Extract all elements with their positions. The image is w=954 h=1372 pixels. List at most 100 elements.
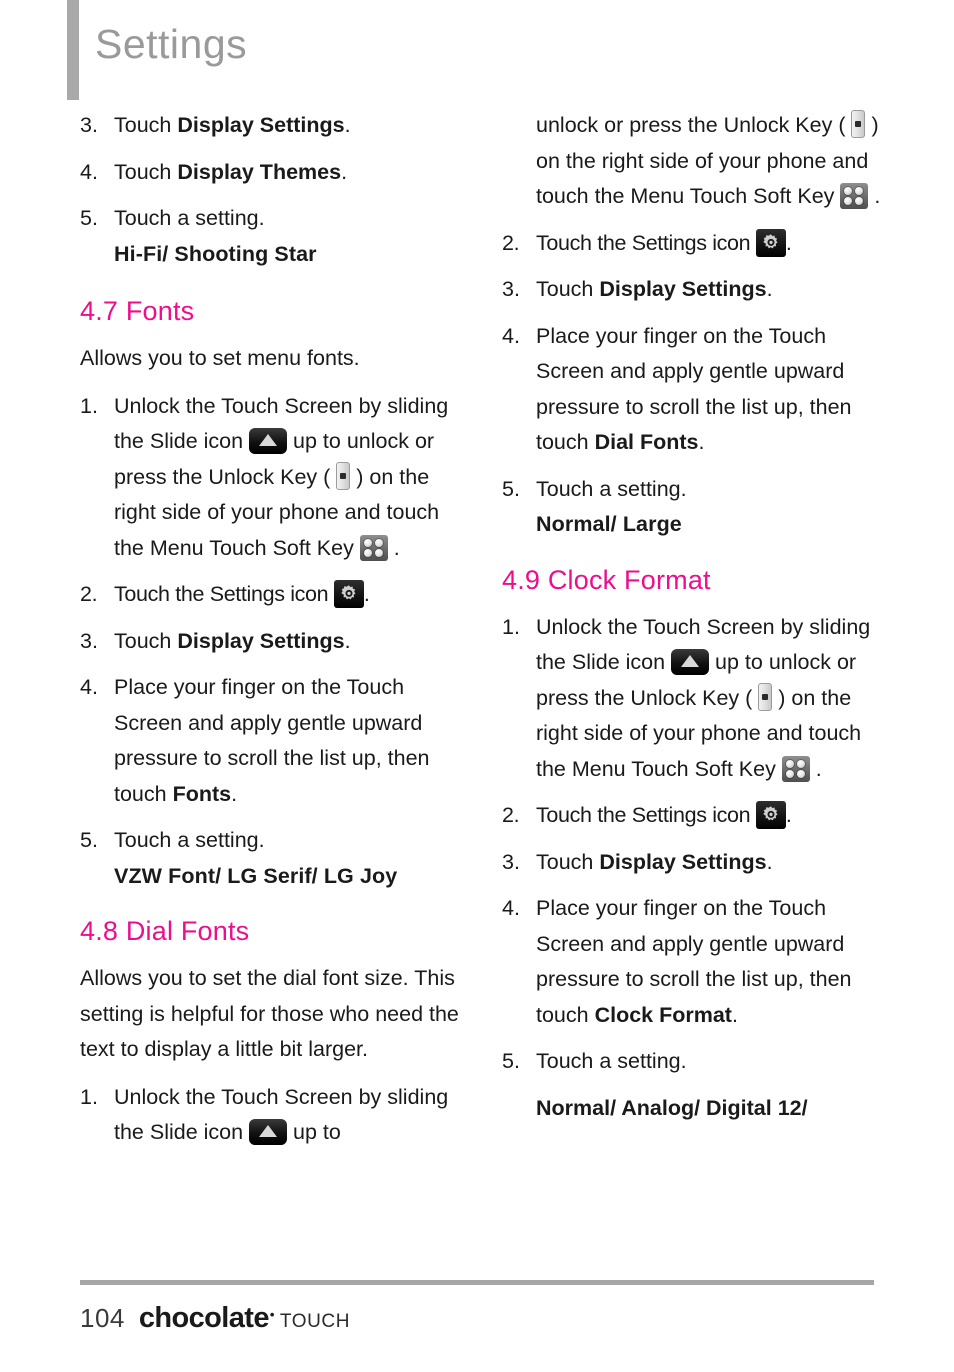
- registered-mark: •: [269, 1307, 275, 1322]
- page-title: Settings: [95, 21, 248, 67]
- step-number: 2.: [80, 582, 98, 607]
- step-number: 3.: [502, 849, 520, 874]
- step-text-post: .: [341, 159, 348, 184]
- footer-divider: [80, 1280, 874, 1285]
- chocolate-logo-text: chocolate: [138, 1302, 270, 1334]
- list-item: 5. Touch a setting.: [502, 1044, 882, 1080]
- step-text: Touch a setting. Hi-Fi/ Shooting Star: [114, 201, 460, 272]
- list-item: 5. Touch a setting. Hi-Fi/ Shooting Star: [80, 201, 460, 272]
- step-text-part: Touch the Settings icon: [536, 803, 756, 828]
- step-text-bold: Fonts: [172, 781, 232, 806]
- settings-gear-icon: [755, 228, 786, 257]
- step-text-pre: Place your finger on the Touch Screen an…: [114, 675, 430, 806]
- step-text-post: .: [344, 628, 351, 653]
- step-text: Touch Display Settings.: [536, 272, 882, 308]
- list-item: 4. Place your finger on the Touch Screen…: [502, 319, 882, 461]
- step-text-pre: Touch: [114, 159, 178, 184]
- step-text-part: .: [363, 582, 370, 607]
- list-item: 1. Unlock the Touch Screen by sliding th…: [80, 1080, 460, 1151]
- step-text: Unlock the Touch Screen by sliding the S…: [114, 389, 460, 567]
- list-item: 3. Touch Display Settings.: [80, 108, 460, 144]
- step-text: Touch the Settings icon .: [536, 226, 882, 262]
- step-text-bold: Display Settings: [177, 628, 345, 653]
- step-number: 5.: [80, 206, 98, 230]
- unlock-key-icon: [851, 110, 866, 138]
- list-item: 4. Touch Display Themes.: [80, 155, 460, 191]
- step-text-bold: Display Settings: [599, 277, 767, 301]
- setting-options: VZW Font/ LG Serif/ LG Joy: [114, 863, 398, 888]
- step-text-main: Touch a setting.: [114, 828, 265, 853]
- step-number: 3.: [80, 628, 98, 653]
- list-item: 1. Unlock the Touch Screen by sliding th…: [502, 610, 882, 788]
- page-header: Settings: [0, 0, 954, 104]
- step-text: Place your finger on the Touch Screen an…: [536, 891, 882, 1033]
- settings-gear-icon: [333, 580, 364, 609]
- step-number: 2.: [502, 230, 520, 255]
- step-text-post: .: [766, 277, 773, 301]
- step-text-bold: Clock Format: [594, 1002, 732, 1027]
- step-text-post: .: [231, 781, 238, 806]
- setting-options-text: Normal/ Analog/ Digital 12/: [536, 1095, 808, 1120]
- touch-wordmark: TOUCH: [279, 1311, 351, 1332]
- setting-options: Hi-Fi/ Shooting Star: [114, 241, 317, 266]
- list-item: 1. Unlock the Touch Screen by sliding th…: [80, 389, 460, 567]
- footer-content: 104 chocolate• TOUCH: [80, 1302, 350, 1335]
- settings-gear-icon: [755, 801, 786, 830]
- step-number: 3.: [502, 277, 520, 301]
- step-text-part: Touch the Settings icon: [114, 582, 334, 607]
- step-text: Touch a setting.: [536, 1044, 882, 1080]
- list-item: 5. Touch a setting. Normal/ Large: [502, 472, 882, 543]
- slide-icon: [249, 1119, 288, 1146]
- section-intro-4-7: Allows you to set menu fonts.: [80, 346, 360, 371]
- step-number: 1.: [502, 614, 520, 639]
- step-text-main: Touch a setting.: [536, 1049, 687, 1074]
- step-text-main: Touch a setting.: [536, 476, 687, 501]
- right-column: unlock or press the Unlock Key ( ) on th…: [502, 108, 882, 1138]
- slide-icon: [249, 428, 288, 455]
- header-accent-bar: [67, 0, 79, 100]
- step-text: Place your finger on the Touch Screen an…: [536, 319, 882, 461]
- step-text: Place your finger on the Touch Screen an…: [114, 670, 460, 812]
- step-text-bold: Display Settings: [177, 113, 345, 137]
- step-text-post: .: [731, 1002, 738, 1027]
- section-heading-4-7: 4.7 Fonts: [80, 296, 195, 326]
- step-number: 5.: [80, 828, 98, 853]
- list-item: 2. Touch the Settings icon .: [502, 798, 882, 834]
- left-column: 3. Touch Display Settings. 4. Touch Disp…: [80, 108, 460, 1162]
- step-number: 4.: [502, 896, 520, 921]
- step-text-part: Touch the Settings icon: [536, 230, 756, 255]
- list-item: 3. Touch Display Settings.: [502, 845, 882, 881]
- step-text-part: .: [785, 803, 792, 828]
- step-text-pre: Touch: [536, 277, 600, 301]
- page-footer: 104 chocolate• TOUCH: [0, 1262, 954, 1372]
- list-item: 4. Place your finger on the Touch Screen…: [80, 670, 460, 812]
- step-number: 5.: [502, 1049, 520, 1074]
- step-text: Touch a setting. Normal/ Large: [536, 472, 882, 543]
- list-item: 2. Touch the Settings icon .: [502, 226, 882, 262]
- section-intro-4-8: Allows you to set the dial font size. Th…: [80, 966, 459, 1062]
- step-text: Touch Display Settings.: [114, 108, 460, 144]
- list-item: 4. Place your finger on the Touch Screen…: [502, 891, 882, 1033]
- step-text: unlock or press the Unlock Key ( ) on th…: [536, 108, 882, 215]
- step-number: 4.: [502, 323, 520, 348]
- list-item: 3. Touch Display Settings.: [80, 624, 460, 660]
- step-text-part: .: [785, 230, 792, 255]
- list-item: 2. Touch the Settings icon .: [80, 577, 460, 613]
- step-text: Touch Display Themes.: [114, 155, 460, 191]
- menu-touch-soft-key-icon: [840, 183, 869, 209]
- step-number: 1.: [80, 1084, 98, 1109]
- list-item: 5. Touch a setting. VZW Font/ LG Serif/ …: [80, 823, 460, 894]
- chocolate-logo: chocolate•: [138, 1302, 275, 1335]
- step-number: 5.: [502, 476, 520, 501]
- unlock-key-icon: [758, 682, 773, 711]
- step-number: 4.: [80, 675, 98, 700]
- menu-touch-soft-key-icon: [359, 534, 388, 561]
- step-text-part: unlock or press the Unlock Key (: [536, 113, 852, 137]
- list-item: 3. Touch Display Settings.: [502, 272, 882, 308]
- step-text-post: .: [766, 849, 773, 874]
- step-text-pre: Touch: [536, 849, 600, 874]
- step-text-pre: Touch: [114, 628, 178, 653]
- section-heading-4-8: 4.8 Dial Fonts: [80, 916, 250, 947]
- step-text-bold: Display Themes: [177, 159, 342, 184]
- step-text: Touch Display Settings.: [114, 624, 460, 660]
